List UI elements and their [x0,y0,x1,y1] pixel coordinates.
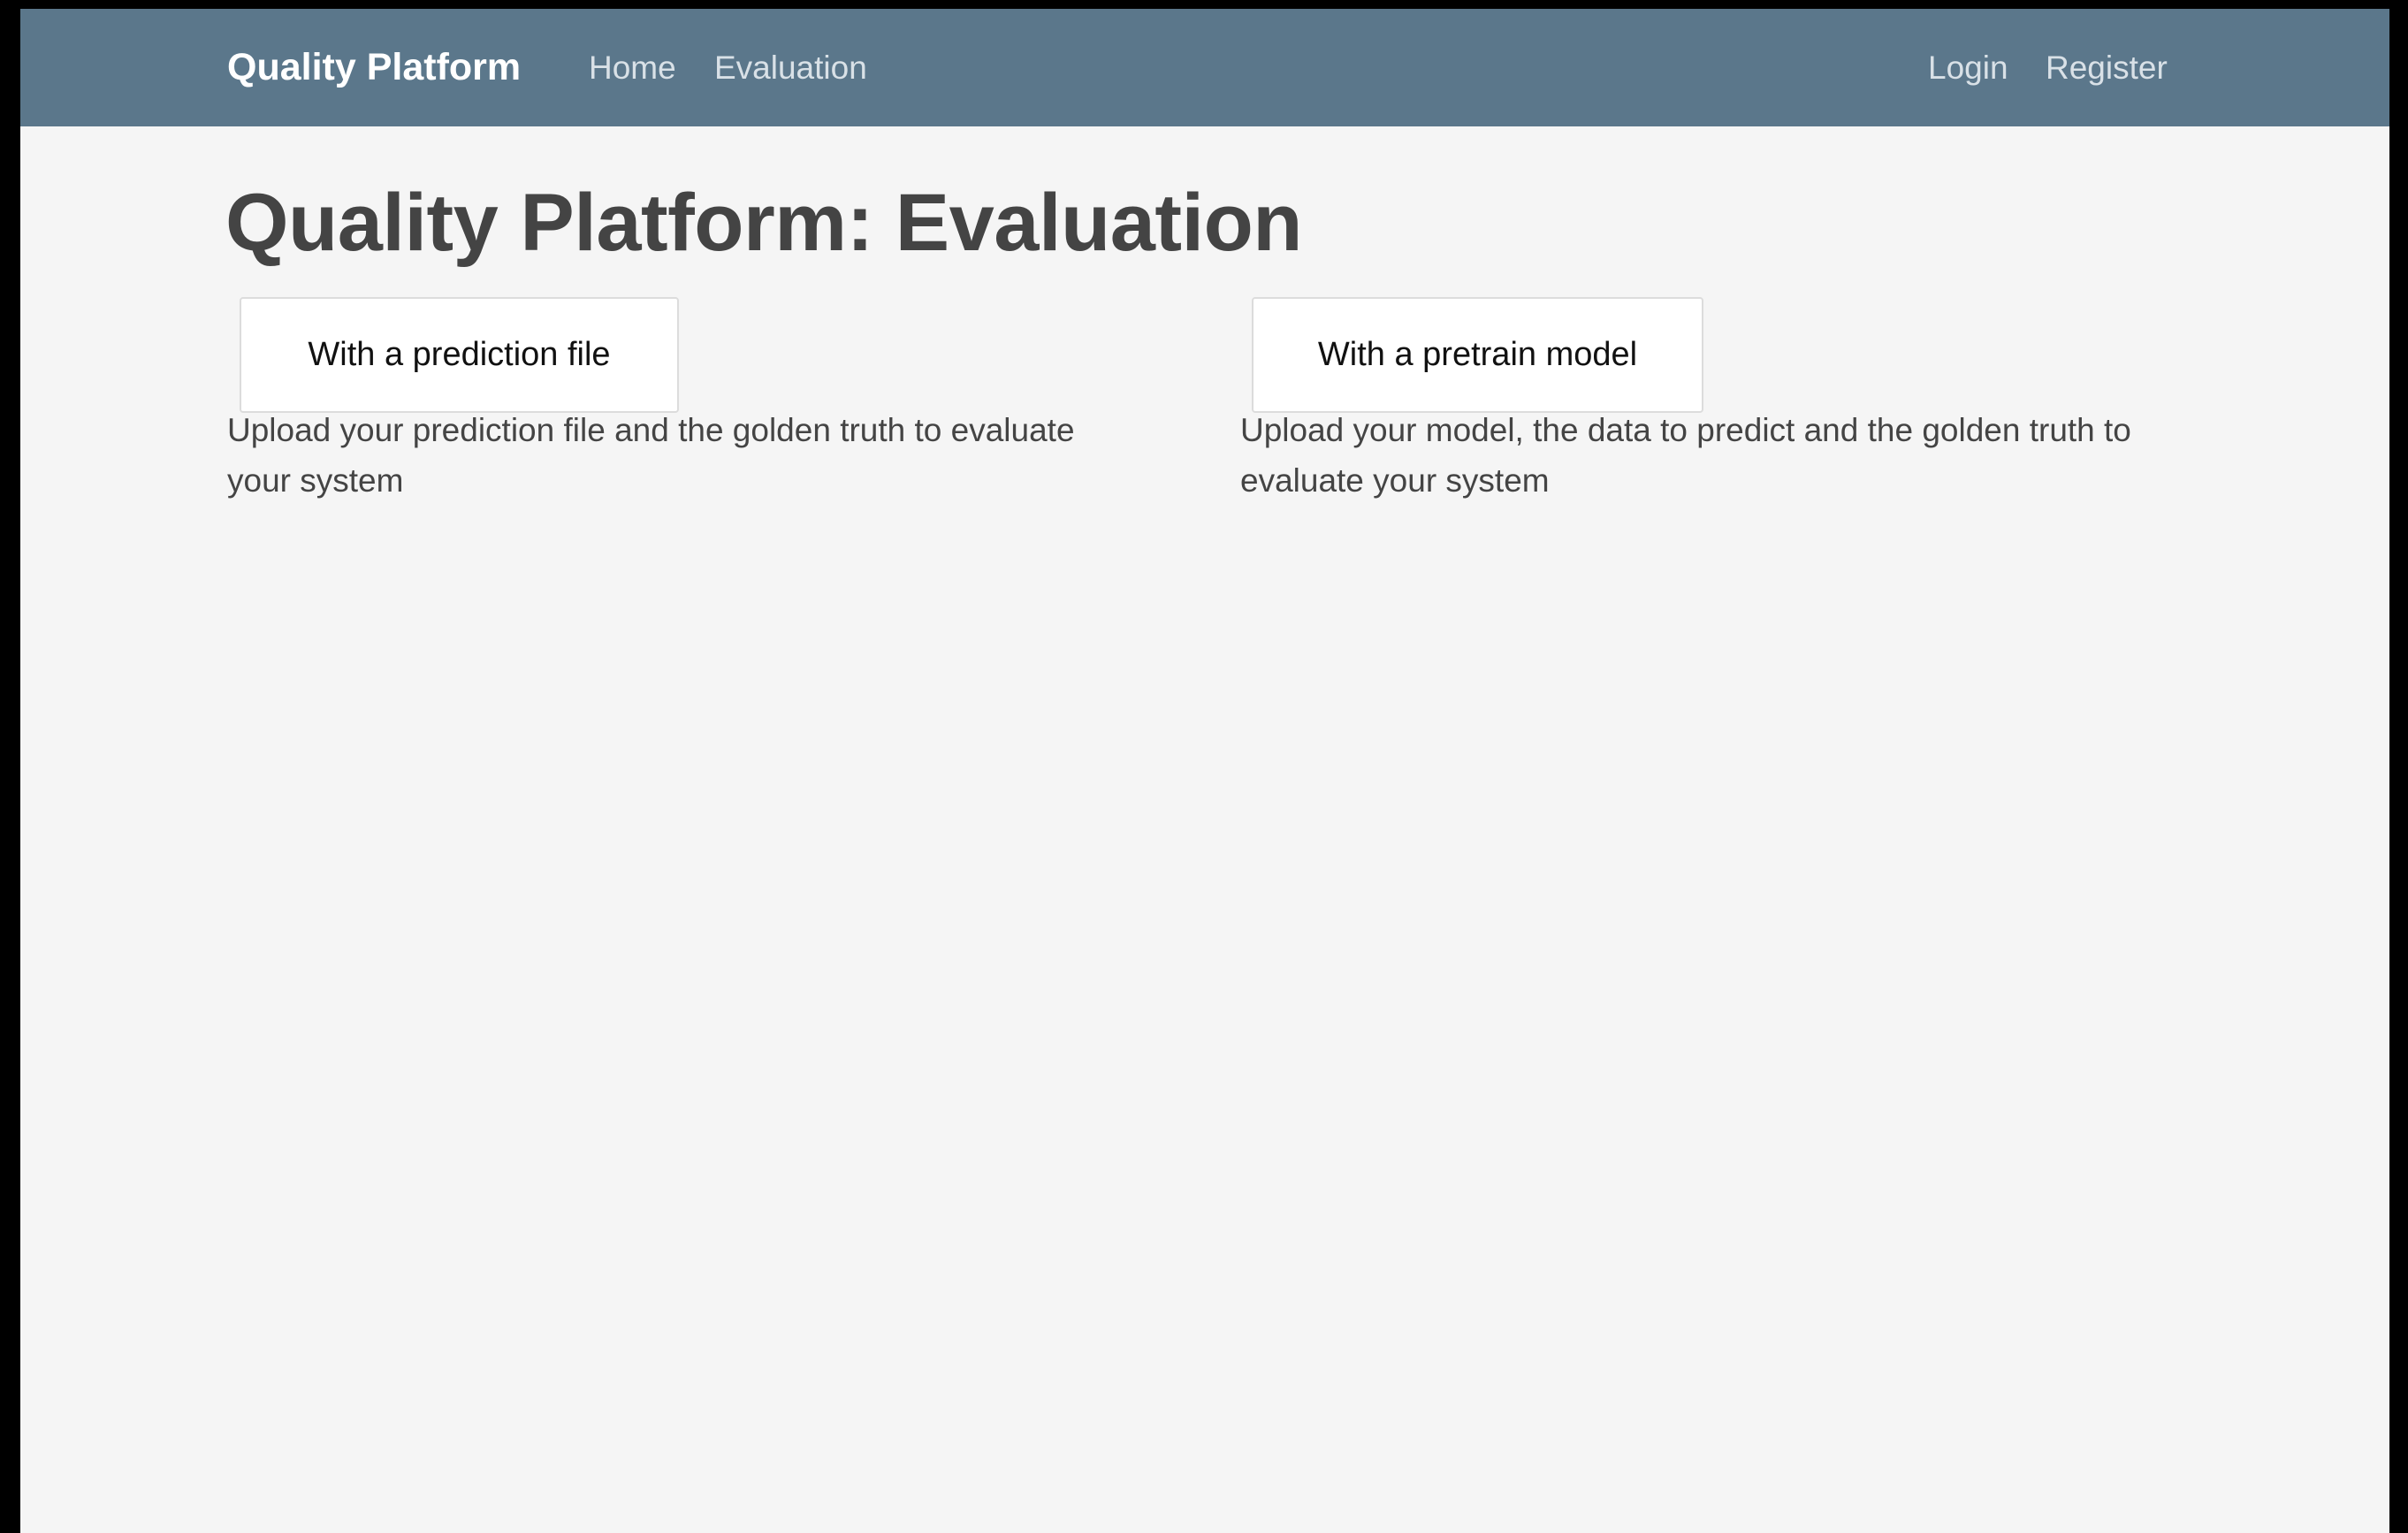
nav-link-register[interactable]: Register [2046,9,2168,126]
prediction-file-description: Upload your prediction file and the gold… [227,412,1075,499]
prediction-file-button[interactable]: With a prediction file [240,297,679,413]
pretrain-model-button[interactable]: With a pretrain model [1252,297,1703,413]
browser-viewport: Quality Platform Home Evaluation Login R… [20,9,2389,1533]
pretrain-model-description: Upload your model, the data to predict a… [1240,412,2131,499]
top-navbar: Quality Platform Home Evaluation Login R… [20,9,2389,126]
page-title: Quality Platform: Evaluation [225,178,1302,268]
nav-link-home[interactable]: Home [589,9,676,126]
nav-link-login[interactable]: Login [1928,9,2008,126]
brand-logo-link[interactable]: Quality Platform [227,9,521,126]
nav-link-evaluation[interactable]: Evaluation [714,9,867,126]
